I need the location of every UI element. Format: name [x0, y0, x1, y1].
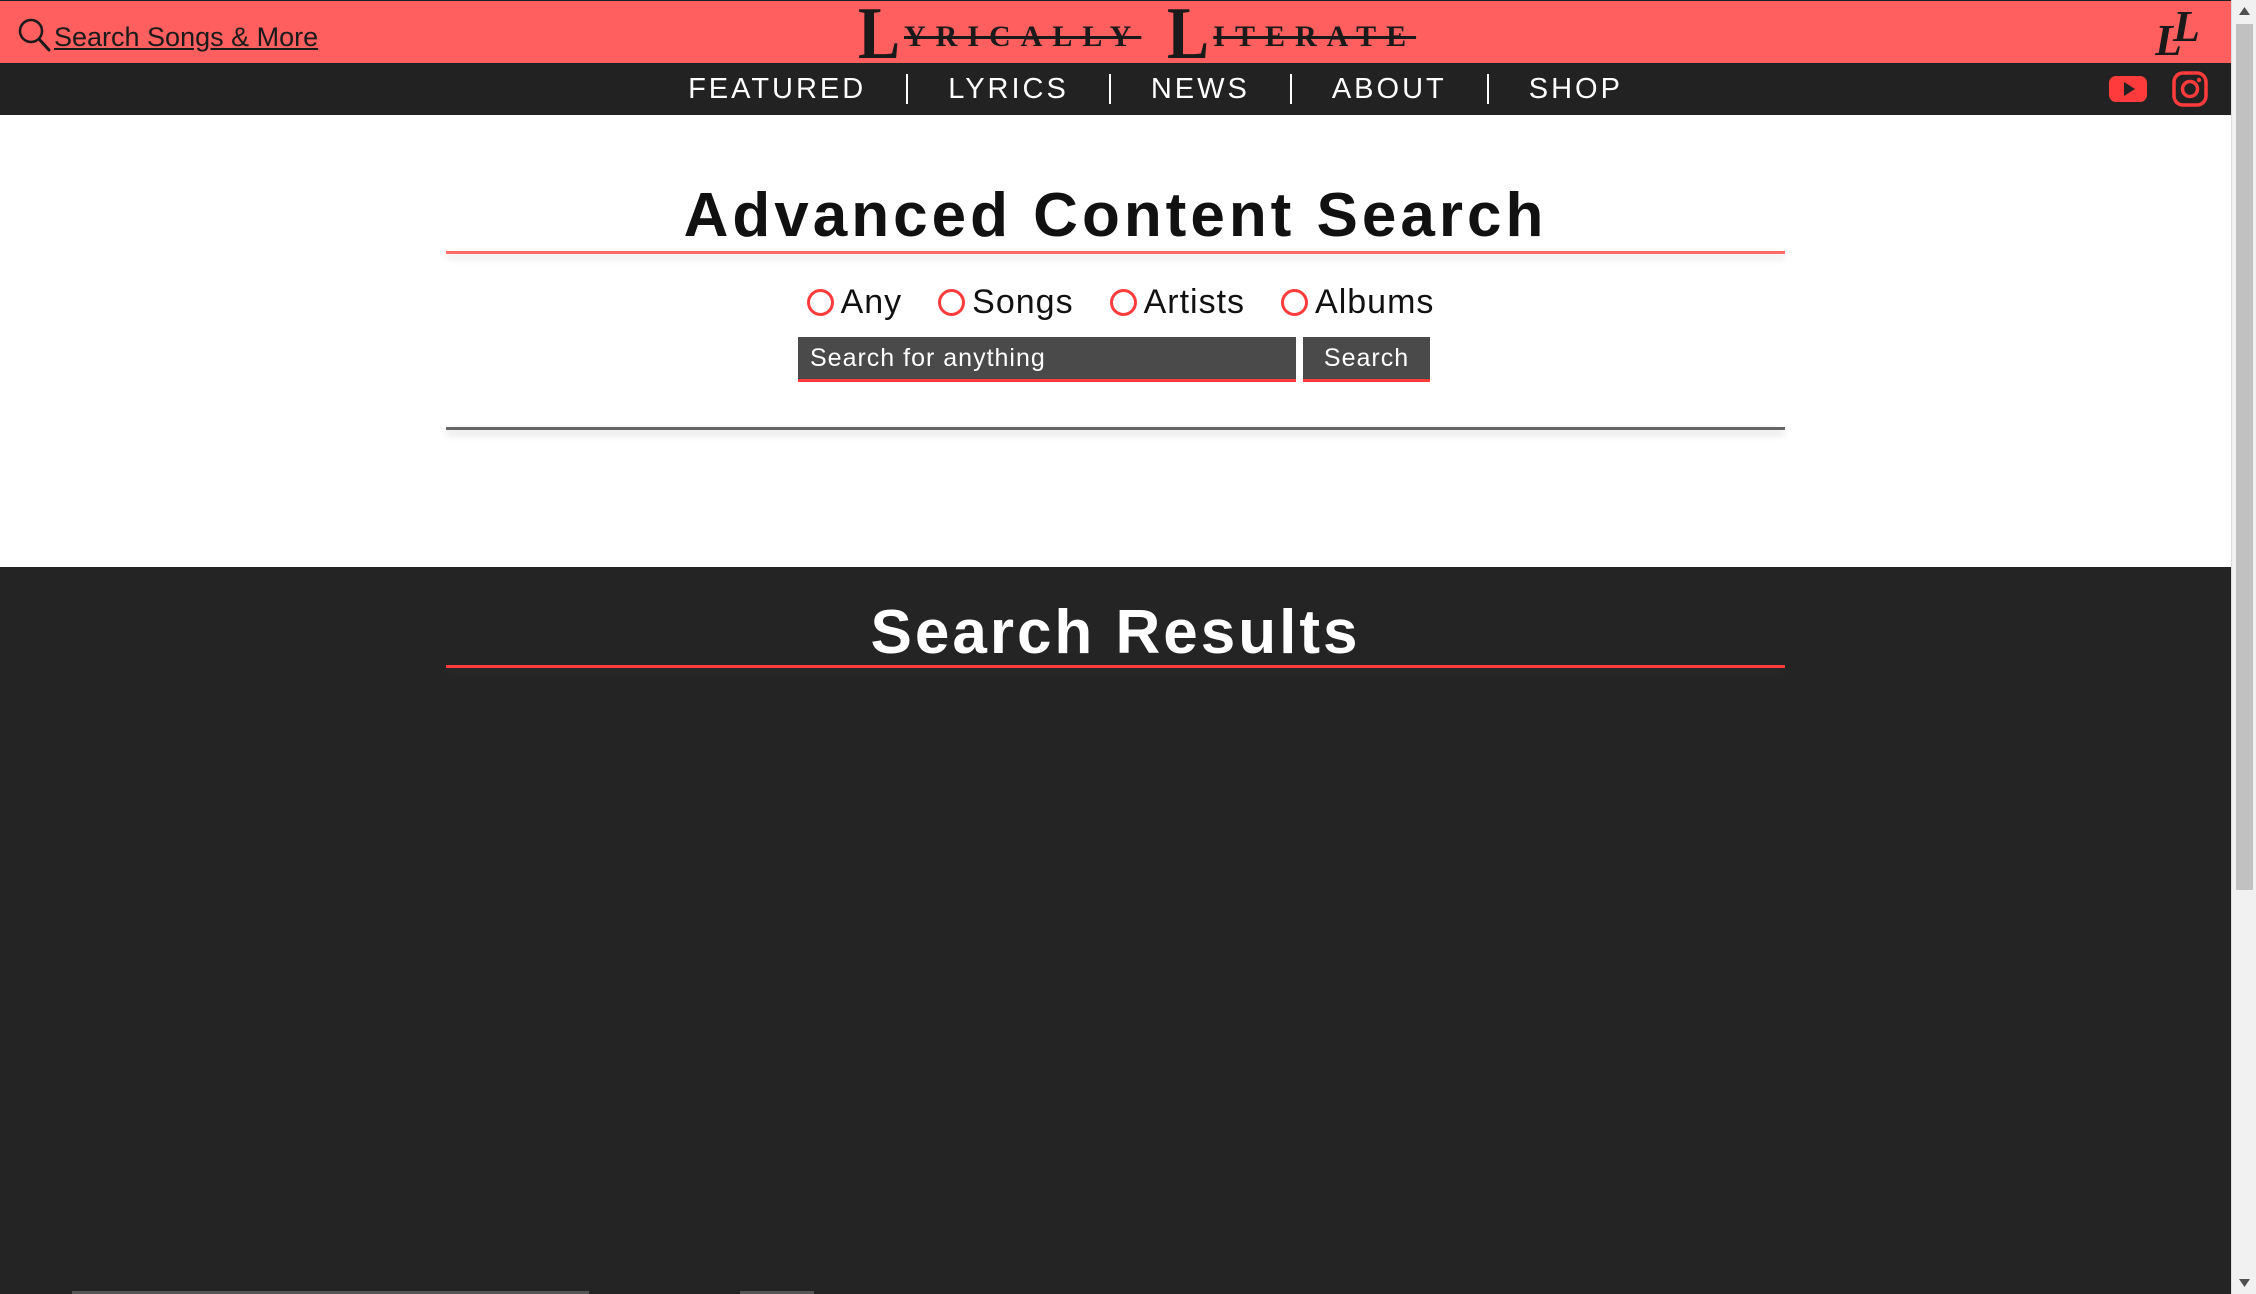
- logo-word-rest: YRICALLY: [904, 20, 1142, 53]
- nav-shop[interactable]: SHOP: [1489, 73, 1663, 106]
- radio-circle[interactable]: [806, 289, 834, 316]
- filter-songs-label[interactable]: Songs: [972, 283, 1073, 322]
- nav-links: FEATURED LYRICS NEWS ABOUT SHOP: [0, 63, 2231, 115]
- filter-any-radio[interactable]: Any: [806, 283, 903, 322]
- logo-word-literate: L ITERATE: [1167, 0, 1417, 75]
- logo-word-lyrically: L YRICALLY: [858, 0, 1142, 75]
- scrollbar-thumb[interactable]: [2236, 24, 2253, 890]
- main-nav: FEATURED LYRICS NEWS ABOUT SHOP: [0, 63, 2231, 115]
- search-divider: [446, 427, 1785, 430]
- logo-initial: L: [1167, 0, 1210, 75]
- title-divider: [446, 251, 1785, 254]
- svg-text:L: L: [2172, 5, 2200, 51]
- nav-about[interactable]: ABOUT: [1292, 73, 1487, 106]
- radio-circle[interactable]: [1281, 289, 1309, 316]
- filter-songs-radio[interactable]: Songs: [938, 283, 1073, 322]
- vertical-scrollbar[interactable]: [2231, 0, 2256, 1294]
- filter-artists-label[interactable]: Artists: [1144, 283, 1245, 322]
- filter-albums-radio[interactable]: Albums: [1281, 283, 1434, 322]
- logo-word-rest: ITERATE: [1213, 20, 1417, 53]
- advanced-search-section: Advanced Content Search Any Songs Artist…: [0, 115, 2231, 567]
- site-logo[interactable]: L YRICALLY L ITERATE: [858, 0, 1450, 75]
- search-filter-group: Any Songs Artists Albums: [446, 283, 1785, 322]
- search-results-section: Search Results: [0, 567, 2231, 1294]
- search-icon: [18, 18, 51, 52]
- search-button[interactable]: Search: [1303, 337, 1430, 382]
- page: Search Songs & More L YRICALLY L ITERATE…: [0, 0, 2231, 1294]
- nav-lyrics[interactable]: LYRICS: [908, 73, 1109, 106]
- search-input[interactable]: [798, 337, 1296, 382]
- filter-any-label[interactable]: Any: [841, 283, 903, 322]
- radio-circle[interactable]: [1109, 289, 1137, 316]
- nav-featured[interactable]: FEATURED: [648, 73, 906, 106]
- radio-circle[interactable]: [938, 289, 966, 316]
- scroll-down-arrow-icon[interactable]: [2232, 1272, 2256, 1294]
- search-results-title: Search Results: [870, 598, 1361, 667]
- youtube-icon[interactable]: [2108, 71, 2148, 107]
- scroll-up-arrow-icon[interactable]: [2232, 0, 2256, 22]
- filter-albums-label[interactable]: Albums: [1315, 283, 1434, 322]
- logo-initial: L: [858, 0, 900, 75]
- header-search-link[interactable]: Search Songs & More: [16, 13, 318, 53]
- ll-monogram-icon[interactable]: L L: [2155, 5, 2207, 59]
- instagram-icon[interactable]: [2170, 71, 2210, 107]
- header-search-label[interactable]: Search Songs & More: [54, 24, 318, 53]
- advanced-search-title: Advanced Content Search: [683, 181, 1548, 250]
- top-header: Search Songs & More L YRICALLY L ITERATE…: [0, 0, 2231, 75]
- results-divider: [446, 665, 1785, 668]
- nav-news[interactable]: NEWS: [1111, 73, 1290, 106]
- filter-artists-radio[interactable]: Artists: [1109, 283, 1245, 322]
